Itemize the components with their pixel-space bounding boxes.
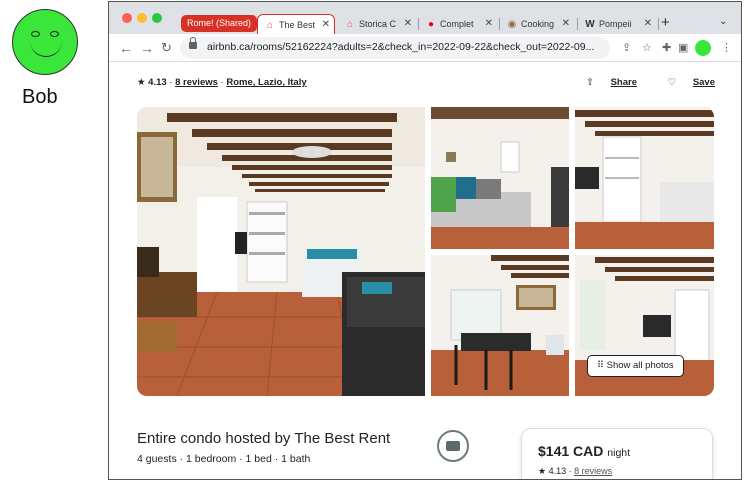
user-avatar: [12, 9, 78, 75]
kebab-menu-icon[interactable]: ⋮: [721, 41, 732, 54]
cooking-icon: ◉: [507, 19, 517, 30]
tab-separator: [658, 18, 659, 30]
location-link[interactable]: Rome, Lazio, Italy: [226, 77, 306, 88]
airbnb-icon: ⌂: [266, 20, 274, 31]
host-avatar[interactable]: [437, 430, 469, 462]
tab-cooking[interactable]: ◉ Cooking ✕: [502, 14, 574, 34]
omnibox[interactable]: airbnb.ca/rooms/52162224?adults=2&check_…: [180, 37, 610, 59]
back-icon[interactable]: ←: [119, 40, 133, 56]
price-card: $141 CAD night ★ 4.13 · 8 reviews: [521, 428, 713, 479]
profile-avatar[interactable]: [695, 40, 711, 56]
share-button[interactable]: ⇧ Share: [572, 77, 637, 88]
wikipedia-icon: W: [585, 19, 595, 30]
address-bar-row: ← → ↻ airbnb.ca/rooms/52162224?adults=2&…: [109, 34, 741, 62]
share-icon: ⇧: [585, 77, 594, 88]
tab-separator: [499, 18, 500, 30]
reload-icon[interactable]: ↻: [161, 40, 172, 56]
airbnb-page: ★ 4.13 · 8 reviews · Rome, Lazio, Italy …: [109, 63, 741, 479]
star-icon: ★: [538, 466, 547, 476]
listing-meta: ★ 4.13 · 8 reviews · Rome, Lazio, Italy: [137, 77, 307, 88]
photo-dining[interactable]: [431, 255, 569, 396]
zoom-window-button[interactable]: [152, 13, 162, 23]
tab-separator: [577, 18, 578, 30]
photo-shelves[interactable]: [575, 107, 714, 249]
lock-icon: [189, 37, 197, 49]
right-eye: [50, 31, 59, 37]
tab-group-chip[interactable]: Rome! (Shared): [181, 15, 258, 32]
smile: [30, 40, 62, 57]
rating-value: 4.13: [148, 77, 167, 88]
tab-storica[interactable]: ⌂ Storica C ✕: [340, 14, 416, 34]
url-text[interactable]: airbnb.ca/rooms/52162224?adults=2&check_…: [207, 41, 597, 53]
price-value: $141 CAD: [538, 443, 604, 459]
left-eye: [31, 31, 40, 37]
star-icon: ★: [137, 77, 146, 88]
listing-details: 4 guests · 1 bedroom · 1 bed · 1 bath: [137, 453, 311, 465]
show-all-label: Show all photos: [606, 360, 674, 371]
tab-separator: [418, 18, 419, 30]
extensions-icon[interactable]: ✚: [662, 41, 671, 54]
price-card-rating: ★ 4.13 · 8 reviews: [538, 466, 613, 476]
save-button[interactable]: ♡ Save: [654, 77, 715, 88]
browser-window: Rome! (Shared) ⌂ The Best ✕ ⌂ Storica C ✕ …: [108, 1, 742, 480]
photo-sofa[interactable]: [431, 107, 569, 249]
reviews-link[interactable]: 8 reviews: [175, 77, 218, 88]
save-label: Save: [692, 77, 715, 88]
tab-label: The Best: [279, 20, 316, 30]
tab-the-best[interactable]: ⌂ The Best ✕: [257, 14, 335, 34]
close-tab-icon[interactable]: ✕: [644, 14, 652, 34]
tab-bar: Rome! (Shared) ⌂ The Best ✕ ⌂ Storica C ✕ …: [109, 2, 741, 34]
tab-complete[interactable]: ● Complet ✕: [421, 14, 497, 34]
grid-dots-icon: ⠿: [597, 360, 604, 371]
bookmark-star-icon[interactable]: ☆: [642, 41, 652, 54]
tab-label: Storica C: [359, 19, 397, 29]
tab-pompeii[interactable]: W Pompeii ✕: [580, 14, 656, 34]
main-photo[interactable]: [137, 107, 425, 396]
tab-label: Cooking: [521, 19, 555, 29]
show-all-photos-button[interactable]: ⠿ Show all photos: [587, 355, 684, 377]
user-name: Bob: [22, 86, 58, 108]
heart-icon: ♡: [667, 77, 677, 88]
pinterest-icon: ●: [427, 19, 435, 30]
listing-title: Entire condo hosted by The Best Rent: [137, 430, 391, 447]
share-label: Share: [610, 77, 637, 88]
share-page-icon[interactable]: ⇪: [622, 41, 631, 54]
price-unit: night: [607, 447, 631, 459]
card-reviews-link[interactable]: 8 reviews: [574, 466, 612, 476]
minimize-window-button[interactable]: [137, 13, 147, 23]
new-tab-icon[interactable]: +: [661, 14, 670, 31]
close-tab-icon[interactable]: ✕: [485, 14, 493, 34]
side-panel-icon[interactable]: ▣: [678, 41, 688, 54]
listing-actions: ⇧ Share ♡ Save: [558, 77, 715, 88]
forward-icon[interactable]: →: [140, 40, 154, 56]
price-line: $141 CAD night: [538, 443, 630, 459]
tab-label: Pompeii: [599, 19, 632, 29]
tab-label: Complet: [440, 19, 474, 29]
tab-search-chevron-icon[interactable]: ⌄: [719, 16, 727, 27]
photo-gallery: ⠿ Show all photos: [137, 107, 714, 396]
close-tab-icon[interactable]: ✕: [322, 15, 330, 34]
close-tab-icon[interactable]: ✕: [562, 14, 570, 34]
close-tab-icon[interactable]: ✕: [404, 14, 412, 34]
airbnb-icon: ⌂: [346, 19, 354, 30]
card-rating-value: 4.13: [548, 466, 567, 476]
close-window-button[interactable]: [122, 13, 132, 23]
